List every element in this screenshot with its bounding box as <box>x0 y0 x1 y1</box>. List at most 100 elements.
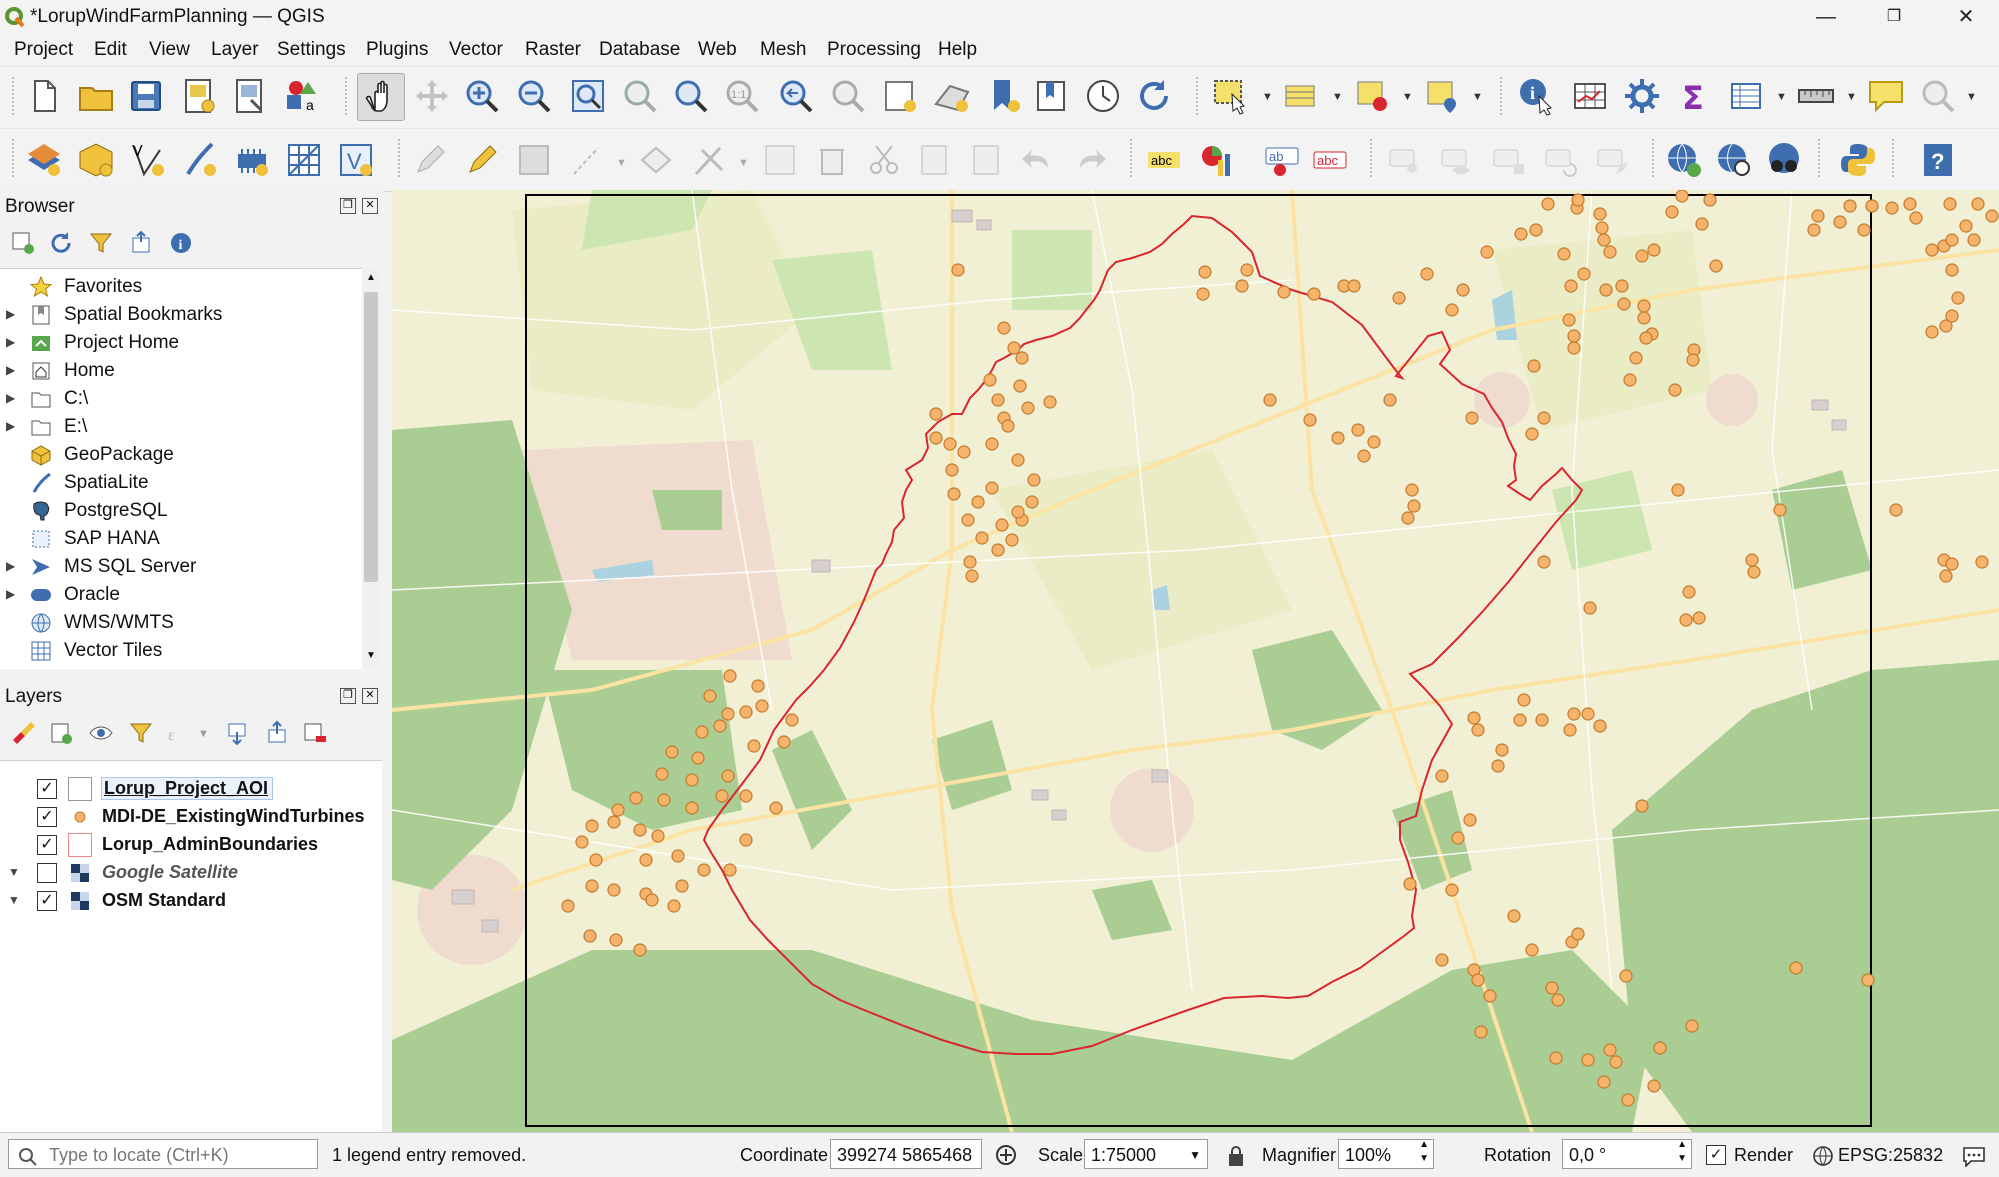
statistics-icon[interactable]: Σ <box>1674 76 1714 117</box>
wind-turbine-point[interactable] <box>1537 555 1551 569</box>
collapse-all-icon[interactable] <box>264 720 290 746</box>
wind-turbine-point[interactable] <box>1307 287 1321 301</box>
locator-icon[interactable] <box>1918 76 1958 116</box>
wind-turbine-point[interactable] <box>1527 359 1541 373</box>
wind-turbine-point[interactable] <box>1635 249 1649 263</box>
redo-icon[interactable] <box>1018 140 1058 180</box>
move-label-icon[interactable] <box>1488 140 1528 180</box>
wind-turbine-point[interactable] <box>721 707 735 721</box>
zoom-in-icon[interactable] <box>462 76 502 116</box>
wind-turbine-point[interactable] <box>1668 383 1682 397</box>
wind-turbine-point[interactable] <box>1943 197 1957 211</box>
spin-arrows-icon[interactable]: ▲ ▼ <box>1677 1138 1687 1166</box>
wind-turbine-point[interactable] <box>1967 233 1981 247</box>
wind-turbine-point[interactable] <box>747 739 761 753</box>
wind-turbine-point[interactable] <box>985 481 999 495</box>
close-button[interactable]: ✕ <box>1940 2 1992 32</box>
wind-turbine-point[interactable] <box>685 773 699 787</box>
layer-item-osm-standard[interactable]: ▼ ✓ OSM Standard <box>0 887 382 915</box>
scroll-down-icon[interactable]: ▼ <box>366 650 376 661</box>
wind-turbine-point[interactable] <box>961 513 975 527</box>
diagram-icon[interactable] <box>1196 140 1236 180</box>
wind-turbine-point[interactable] <box>713 719 727 733</box>
wind-turbine-point[interactable] <box>1951 291 1965 305</box>
spin-arrows-icon[interactable]: ▲ ▼ <box>1419 1138 1429 1166</box>
wms-search-icon[interactable] <box>1664 140 1704 180</box>
render-checkbox[interactable]: ✓ <box>1706 1145 1726 1165</box>
select-by-location-icon[interactable] <box>1422 76 1462 116</box>
zoom-to-selection-icon[interactable] <box>620 76 660 116</box>
menu-help[interactable]: Help <box>938 39 977 61</box>
wind-turbine-point[interactable] <box>1653 1041 1667 1055</box>
wind-turbine-point[interactable] <box>975 531 989 545</box>
browser-item-spatialite[interactable]: SpatiaLite <box>0 469 362 497</box>
browser-tree[interactable]: Favorites ▶ Spatial Bookmarks ▶ Project … <box>0 268 362 669</box>
wind-turbine-point[interactable] <box>769 801 783 815</box>
rotate-label-icon[interactable] <box>1540 140 1580 180</box>
chevron-down-icon[interactable]: ▼ <box>1402 91 1413 103</box>
wind-turbine-point[interactable] <box>1405 483 1419 497</box>
wind-turbine-point[interactable] <box>1682 585 1696 599</box>
zoom-next-icon[interactable] <box>828 76 868 116</box>
add-group-icon[interactable] <box>48 720 74 746</box>
wind-turbine-point[interactable] <box>1861 973 1875 987</box>
expand-all-icon[interactable] <box>224 720 250 746</box>
wind-turbine-point[interactable] <box>575 835 589 849</box>
wind-turbine-point[interactable] <box>1420 267 1434 281</box>
wind-turbine-point[interactable] <box>1985 209 1999 223</box>
browser-item-favorites[interactable]: Favorites <box>0 273 362 301</box>
wind-turbine-point[interactable] <box>657 793 671 807</box>
wind-turbine-point[interactable] <box>583 929 597 943</box>
wind-turbine-point[interactable] <box>1557 247 1571 261</box>
change-label-icon[interactable] <box>1592 140 1632 180</box>
wind-turbine-point[interactable] <box>1277 285 1291 299</box>
layer-label[interactable]: Google Satellite <box>102 862 238 883</box>
coordinate-field[interactable]: 399274 5865468 <box>830 1139 982 1169</box>
wind-turbine-point[interactable] <box>957 445 971 459</box>
chevron-down-icon[interactable]: ▼ <box>1776 91 1787 103</box>
wind-turbine-point[interactable] <box>751 679 765 693</box>
wind-turbine-point[interactable] <box>739 833 753 847</box>
wind-turbine-point[interactable] <box>585 819 599 833</box>
wind-turbine-point[interactable] <box>983 373 997 387</box>
wind-turbine-point[interactable] <box>629 791 643 805</box>
wind-turbine-point[interactable] <box>1537 411 1551 425</box>
menu-web[interactable]: Web <box>698 39 737 61</box>
wind-turbine-point[interactable] <box>1593 207 1607 221</box>
scroll-up-icon[interactable]: ▲ <box>366 272 376 283</box>
browser-item-home[interactable]: ▶ Home <box>0 357 362 385</box>
filter-by-expression-icon[interactable]: ε <box>166 720 192 746</box>
wind-turbine-point[interactable] <box>1549 1051 1563 1065</box>
wind-turbine-point[interactable] <box>1773 503 1787 517</box>
wind-turbine-point[interactable] <box>1665 205 1679 219</box>
wind-turbine-point[interactable] <box>1474 1025 1488 1039</box>
wind-turbine-point[interactable] <box>633 823 647 837</box>
zoom-full-icon[interactable] <box>568 76 608 116</box>
menu-processing[interactable]: Processing <box>827 39 921 61</box>
wind-turbine-point[interactable] <box>1567 341 1581 355</box>
wind-turbine-point[interactable] <box>1671 483 1685 497</box>
float-panel-button[interactable]: ❐ <box>340 688 356 704</box>
wind-turbine-point[interactable] <box>1745 553 1759 567</box>
wind-turbine-point[interactable] <box>1545 981 1559 995</box>
restore-button[interactable]: ❐ <box>1868 2 1920 32</box>
wind-turbine-point[interactable] <box>1015 351 1029 365</box>
wind-turbine-point[interactable] <box>1567 329 1581 343</box>
wind-turbine-point[interactable] <box>1889 503 1903 517</box>
menu-mesh[interactable]: Mesh <box>760 39 806 61</box>
pan-to-selection-icon[interactable] <box>412 76 452 116</box>
menu-layer[interactable]: Layer <box>211 39 259 61</box>
wind-turbine-point[interactable] <box>1685 1019 1699 1033</box>
wind-turbine-point[interactable] <box>1407 499 1421 513</box>
toggle-extents-icon[interactable] <box>994 1143 1018 1167</box>
wind-turbine-point[interactable] <box>1619 969 1633 983</box>
wind-turbine-point[interactable] <box>667 899 681 913</box>
wind-turbine-point[interactable] <box>1939 569 1953 583</box>
layer-item-google-satellite[interactable]: ▼ Google Satellite <box>0 859 382 887</box>
locator-search-input[interactable]: Type to locate (Ctrl+K) <box>8 1139 318 1169</box>
menu-plugins[interactable]: Plugins <box>366 39 428 61</box>
pin-label-icon[interactable] <box>1384 140 1424 180</box>
browser-item-mssql[interactable]: ▶ MS SQL Server <box>0 553 362 581</box>
wind-turbine-point[interactable] <box>1401 511 1415 525</box>
menu-settings[interactable]: Settings <box>277 39 346 61</box>
